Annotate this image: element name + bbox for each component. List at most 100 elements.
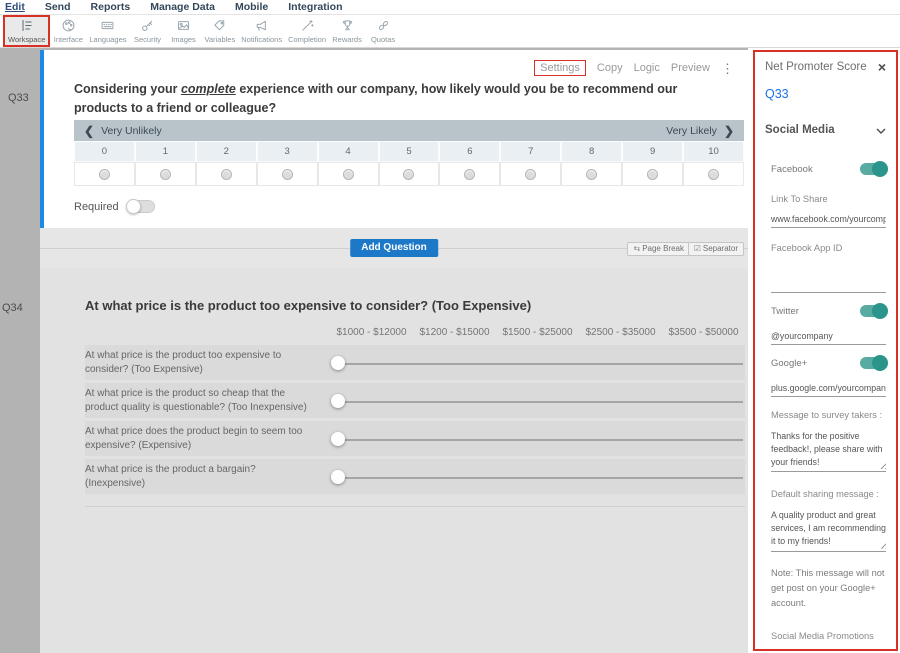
price-range-header: $1500 - $25000 xyxy=(496,327,579,338)
menu-send[interactable]: Send xyxy=(45,1,71,13)
rewards-icon xyxy=(339,17,356,34)
question-text-part: Considering your xyxy=(74,82,181,96)
question-card-q33: Settings Copy Logic Preview ⋮ Considerin… xyxy=(40,50,748,228)
survey-builder-window: Edit Send Reports Manage Data Mobile Int… xyxy=(0,0,900,653)
slider-handle[interactable] xyxy=(331,470,345,484)
price-slider[interactable] xyxy=(330,462,745,492)
nps-number: 4 xyxy=(318,141,379,162)
nps-radio-cell xyxy=(439,162,500,186)
twitter-toggle[interactable] xyxy=(860,305,886,317)
toolbar-notifications[interactable]: Notifications xyxy=(238,15,285,47)
menu-mobile[interactable]: Mobile xyxy=(235,1,268,13)
nps-radio-cell xyxy=(683,162,744,186)
question-text-q33[interactable]: Considering your complete experience wit… xyxy=(74,80,724,119)
toolbar-images[interactable]: Images xyxy=(166,15,202,47)
social-media-promotions-label: Social Media Promotions xyxy=(771,630,886,643)
link-to-share-input[interactable] xyxy=(771,214,886,228)
price-range-header: $3500 - $50000 xyxy=(662,327,745,338)
chevron-left-icon[interactable]: ❮ xyxy=(84,124,94,138)
toolbar-quotas[interactable]: Quotas xyxy=(365,15,401,47)
toolbar-label: Workspace xyxy=(8,35,45,44)
radio-button[interactable] xyxy=(282,169,293,180)
facebook-toggle[interactable] xyxy=(860,163,886,175)
add-question-button[interactable]: Add Question xyxy=(350,239,438,257)
toolbar-interface[interactable]: Interface xyxy=(50,15,86,47)
quotas-icon xyxy=(375,17,392,34)
toggle-knob xyxy=(872,303,888,319)
radio-button[interactable] xyxy=(160,169,171,180)
resize-grip-icon[interactable] xyxy=(879,462,886,469)
price-slider[interactable] xyxy=(330,386,745,416)
message-to-survey-takers-textarea[interactable]: Thanks for the positive feedback!, pleas… xyxy=(771,430,886,472)
slider-row-label: At what price is the product too expensi… xyxy=(85,345,330,380)
facebook-app-id-label: Facebook App ID xyxy=(771,242,886,255)
section-label: Social Media xyxy=(765,124,835,136)
price-range-header: $1000 - $12000 xyxy=(330,327,413,338)
required-toggle[interactable] xyxy=(127,200,155,213)
slider-handle[interactable] xyxy=(331,394,345,408)
radio-button[interactable] xyxy=(708,169,719,180)
required-label: Required xyxy=(74,201,119,213)
card-bottom-divider xyxy=(85,506,745,507)
menu-reports[interactable]: Reports xyxy=(91,1,131,13)
nps-radio-cell xyxy=(318,162,379,186)
price-slider[interactable] xyxy=(330,424,745,454)
price-slider[interactable] xyxy=(330,348,745,378)
radio-button[interactable] xyxy=(464,169,475,180)
close-icon[interactable]: × xyxy=(878,60,886,74)
page-break-button[interactable]: ⇆Page Break xyxy=(627,242,690,256)
toolbar-workspace[interactable]: Workspace xyxy=(3,15,50,47)
toolbar-label: Images xyxy=(171,35,196,44)
facebook-app-id-input[interactable] xyxy=(771,279,886,293)
question-divider-zone: Add Question ⇆Page Break ☑Separator xyxy=(40,228,748,268)
radio-button[interactable] xyxy=(586,169,597,180)
preview-button[interactable]: Preview xyxy=(671,62,710,74)
radio-button[interactable] xyxy=(403,169,414,180)
slider-track xyxy=(338,401,743,403)
toolbar-label: Completion xyxy=(288,35,326,44)
twitter-handle-input[interactable] xyxy=(771,331,886,345)
nps-number: 1 xyxy=(135,141,196,162)
toolbar-security[interactable]: Security xyxy=(130,15,166,47)
radio-button[interactable] xyxy=(221,169,232,180)
textarea-value: Thanks for the positive feedback!, pleas… xyxy=(771,431,883,467)
toolbar-languages[interactable]: Languages xyxy=(86,15,129,47)
logic-button[interactable]: Logic xyxy=(634,62,660,74)
menu-manage-data[interactable]: Manage Data xyxy=(150,1,215,13)
separator-label: Separator xyxy=(703,244,738,253)
menu-edit[interactable]: Edit xyxy=(5,1,25,13)
radio-button[interactable] xyxy=(647,169,658,180)
more-options-icon[interactable]: ⋮ xyxy=(721,62,734,75)
menu-integration[interactable]: Integration xyxy=(288,1,342,13)
nps-radio-cell xyxy=(561,162,622,186)
nps-number: 2 xyxy=(196,141,257,162)
question-actions: Settings Copy Logic Preview ⋮ xyxy=(534,60,734,76)
edit-toolbar: Workspace Interface Languages Security I… xyxy=(0,15,900,48)
radio-button[interactable] xyxy=(99,169,110,180)
question-text-q34[interactable]: At what price is the product too expensi… xyxy=(85,298,745,313)
link-to-share-label: Link To Share xyxy=(771,193,886,206)
toolbar-variables[interactable]: Variables xyxy=(202,15,239,47)
panel-question-id[interactable]: Q33 xyxy=(765,87,886,101)
toolbar-rewards[interactable]: Rewards xyxy=(329,15,365,47)
slider-handle[interactable] xyxy=(331,432,345,446)
social-media-section-header[interactable]: Social Media xyxy=(765,121,886,139)
twitter-label: Twitter xyxy=(771,306,799,317)
default-sharing-message-textarea[interactable]: A quality product and great services, I … xyxy=(771,509,886,551)
slider-handle[interactable] xyxy=(331,356,345,370)
price-range-header: $2500 - $35000 xyxy=(579,327,662,338)
separator-button[interactable]: ☑Separator xyxy=(688,242,744,256)
resize-grip-icon[interactable] xyxy=(879,542,886,549)
googleplus-url-input[interactable] xyxy=(771,383,886,397)
googleplus-toggle[interactable] xyxy=(860,357,886,369)
languages-icon xyxy=(99,17,116,34)
radio-button[interactable] xyxy=(343,169,354,180)
toolbar-completion[interactable]: Completion xyxy=(285,15,329,47)
chevron-right-icon[interactable]: ❯ xyxy=(724,124,734,138)
radio-button[interactable] xyxy=(525,169,536,180)
settings-button[interactable]: Settings xyxy=(534,60,586,76)
toggle-knob xyxy=(872,161,888,177)
nps-number: 9 xyxy=(622,141,683,162)
separator-icon: ☑ xyxy=(694,244,701,253)
copy-button[interactable]: Copy xyxy=(597,62,623,74)
